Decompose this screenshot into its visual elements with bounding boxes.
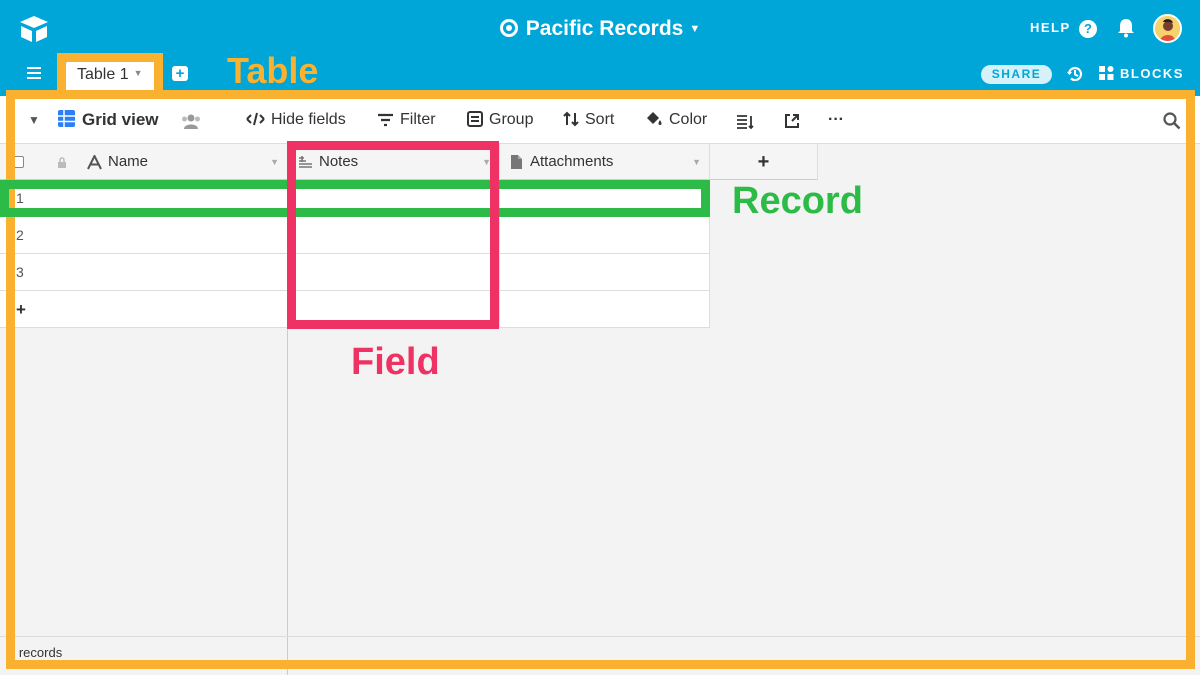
table-annotation-frame xyxy=(6,90,1195,669)
blocks-icon xyxy=(1099,66,1114,80)
blocks-button[interactable]: BLOCKS xyxy=(1099,66,1184,81)
table-annotation-label: Table xyxy=(227,50,319,91)
history-icon[interactable] xyxy=(1066,65,1084,83)
share-button[interactable]: SHARE xyxy=(981,65,1052,84)
help-link[interactable]: HELP xyxy=(1030,20,1071,35)
app-header: Pacific Records ▼ HELP ? Table 1 ▼ + SHARE… xyxy=(0,0,1200,96)
chevron-down-icon: ▼ xyxy=(689,23,701,35)
blocks-label: BLOCKS xyxy=(1120,66,1184,81)
record-annotation-label: Record xyxy=(732,180,863,222)
bell-icon[interactable] xyxy=(1117,18,1135,38)
avatar[interactable] xyxy=(1153,14,1182,43)
field-annotation-label: Field xyxy=(351,341,440,383)
add-table-icon[interactable]: + xyxy=(172,66,188,81)
help-icon[interactable]: ? xyxy=(1079,20,1097,38)
base-title[interactable]: Pacific Records ▼ xyxy=(0,14,1200,44)
base-icon xyxy=(499,19,518,37)
menu-icon[interactable] xyxy=(27,67,41,79)
table-tab-annotation-frame xyxy=(57,53,163,99)
base-title-text: Pacific Records xyxy=(525,17,684,40)
field-annotation-frame xyxy=(287,141,499,329)
